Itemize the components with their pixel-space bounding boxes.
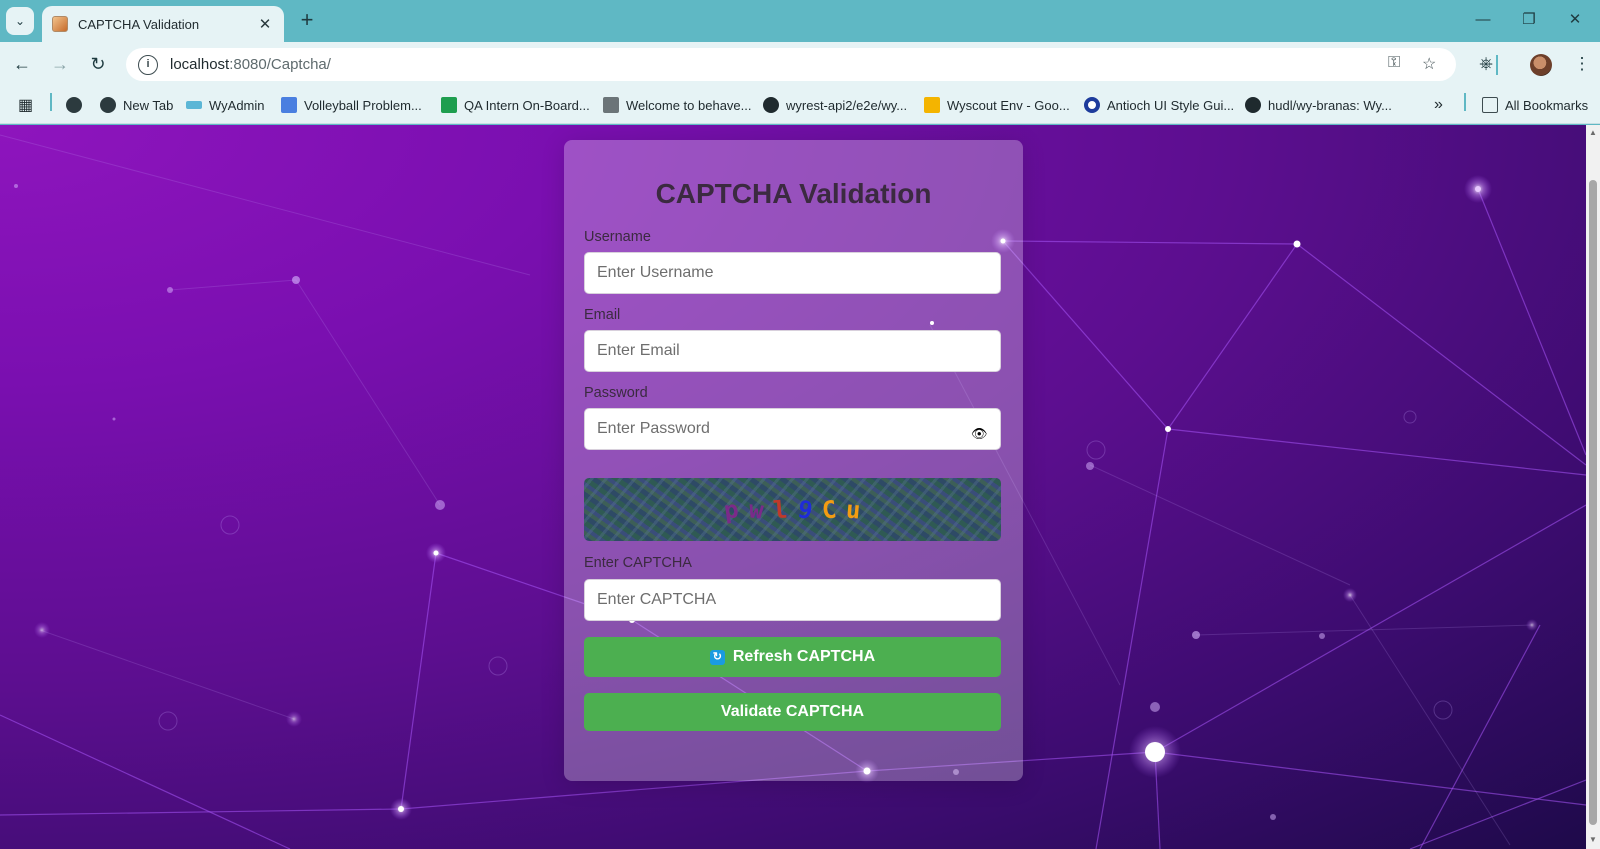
bookmark-label: Volleyball Problem... bbox=[304, 97, 422, 113]
captcha-form-card: CAPTCHA Validation Username Email Passwo… bbox=[564, 140, 1023, 781]
profile-avatar[interactable] bbox=[1530, 54, 1552, 76]
more-bookmarks-chevron-icon[interactable]: » bbox=[1434, 95, 1443, 115]
password-input[interactable] bbox=[584, 408, 1001, 450]
captcha-image: pwl9Cu bbox=[584, 478, 1001, 541]
refresh-icon: ↻ bbox=[709, 649, 725, 665]
scroll-up-arrow-icon[interactable]: ▲ bbox=[1588, 128, 1598, 137]
page-viewport: CAPTCHA Validation Username Email Passwo… bbox=[0, 125, 1586, 849]
bookmark-label: hudl/wy-branas: Wy... bbox=[1268, 97, 1392, 113]
bookmark-star-icon[interactable]: ☆ bbox=[1422, 54, 1436, 74]
folder-icon bbox=[1482, 97, 1498, 113]
refresh-captcha-label: Refresh CAPTCHA bbox=[732, 648, 876, 665]
back-button[interactable]: ← bbox=[8, 50, 36, 78]
slides-icon bbox=[924, 97, 940, 113]
bookmark-antioch[interactable]: Antioch UI Style Gui... bbox=[1084, 95, 1234, 115]
captcha-char: p bbox=[722, 494, 741, 525]
wyscout-icon bbox=[186, 101, 202, 109]
validate-captcha-label: Validate CAPTCHA bbox=[720, 703, 865, 720]
show-password-eye-icon[interactable]: 👁 bbox=[971, 426, 988, 442]
captcha-char: C bbox=[820, 494, 838, 525]
captcha-label: Enter CAPTCHA bbox=[584, 555, 692, 571]
bookmark-divider bbox=[50, 93, 52, 111]
bookmark-label: Antioch UI Style Gui... bbox=[1107, 97, 1235, 113]
bookmark-wyrest[interactable]: wyrest-api2/e2e/wy... bbox=[763, 95, 907, 115]
bookmark-wyscout-env[interactable]: Wyscout Env - Goo... bbox=[924, 95, 1070, 115]
scroll-thumb[interactable] bbox=[1589, 180, 1597, 825]
site-info-icon[interactable]: i bbox=[138, 54, 158, 75]
new-tab-button[interactable]: + bbox=[294, 8, 320, 34]
captcha-char: 9 bbox=[795, 494, 815, 525]
circle-icon bbox=[1084, 97, 1100, 113]
tab-strip: ⌄ CAPTCHA Validation ✕ + — ❐ ✕ bbox=[0, 0, 1600, 42]
bookmark-qa-intern[interactable]: QA Intern On-Board... bbox=[441, 95, 590, 115]
toolbar-divider bbox=[1496, 55, 1498, 75]
docs-icon bbox=[281, 97, 297, 113]
close-window-button[interactable]: ✕ bbox=[1552, 6, 1598, 34]
captcha-characters: pwl9Cu bbox=[584, 478, 1001, 541]
bookmark-label: wyrest-api2/e2e/wy... bbox=[786, 97, 908, 113]
page-scrollbar[interactable]: ▲ ▼ bbox=[1586, 125, 1600, 849]
all-bookmarks-label: All Bookmarks bbox=[1505, 97, 1589, 113]
globe-icon bbox=[100, 97, 116, 113]
bookmark-wyadmin[interactable]: WyAdmin bbox=[186, 95, 265, 115]
browser-toolbar: ← → ↻ i localhost:8080/Captcha/ ⚿ ☆ ⎈ ⋮ bbox=[0, 42, 1600, 86]
github-icon bbox=[1245, 97, 1261, 113]
address-bar[interactable]: i localhost:8080/Captcha/ ⚿ ☆ bbox=[126, 48, 1456, 81]
email-input[interactable] bbox=[584, 330, 1001, 372]
reload-button[interactable]: ↻ bbox=[84, 50, 112, 78]
email-label: Email bbox=[584, 307, 621, 323]
captcha-char: w bbox=[747, 494, 765, 525]
bookmark-new-tab[interactable]: New Tab bbox=[100, 95, 173, 115]
globe-icon bbox=[66, 97, 82, 113]
captcha-favicon-icon bbox=[52, 16, 68, 32]
username-label: Username bbox=[584, 229, 651, 245]
active-tab[interactable]: CAPTCHA Validation ✕ bbox=[42, 6, 284, 42]
bookmark-label: New Tab bbox=[123, 97, 174, 113]
url-host: localhost bbox=[170, 56, 230, 73]
tab-search-button[interactable]: ⌄ bbox=[6, 7, 34, 35]
bookmark-label: QA Intern On-Board... bbox=[464, 97, 590, 113]
bookmark-label: Welcome to behave... bbox=[626, 97, 752, 113]
bookmark-behave[interactable]: Welcome to behave... bbox=[603, 95, 752, 115]
scroll-down-arrow-icon[interactable]: ▼ bbox=[1588, 835, 1598, 844]
bookmark-wy-branas[interactable]: hudl/wy-branas: Wy... bbox=[1245, 95, 1392, 115]
captcha-char: l bbox=[772, 495, 789, 524]
apps-grid-icon[interactable]: ▦ bbox=[18, 95, 33, 115]
captcha-char: u bbox=[845, 494, 863, 525]
url-path: :8080/Captcha/ bbox=[229, 56, 331, 73]
bookmark-label: Wyscout Env - Goo... bbox=[947, 97, 1070, 113]
validate-captcha-button[interactable]: Validate CAPTCHA bbox=[584, 693, 1001, 731]
username-input[interactable] bbox=[584, 252, 1001, 294]
restore-button[interactable]: ❐ bbox=[1506, 6, 1552, 34]
minimize-button[interactable]: — bbox=[1460, 6, 1506, 34]
menu-kebab-icon[interactable]: ⋮ bbox=[1568, 50, 1596, 78]
refresh-captcha-button[interactable]: ↻ Refresh CAPTCHA bbox=[584, 637, 1001, 677]
github-icon bbox=[763, 97, 779, 113]
all-bookmarks-button[interactable]: All Bookmarks bbox=[1482, 95, 1588, 115]
bookmark-divider bbox=[1464, 93, 1466, 111]
tab-title: CAPTCHA Validation bbox=[78, 16, 200, 32]
password-label: Password bbox=[584, 385, 648, 401]
sheets-icon bbox=[441, 97, 457, 113]
forward-button[interactable]: → bbox=[46, 50, 74, 78]
bookmark-volleyball[interactable]: Volleyball Problem... bbox=[281, 95, 422, 115]
close-tab-icon[interactable]: ✕ bbox=[256, 15, 274, 33]
form-title: CAPTCHA Validation bbox=[655, 178, 932, 209]
page-icon bbox=[603, 97, 619, 113]
bookmark-globe[interactable] bbox=[66, 95, 89, 115]
captcha-input[interactable] bbox=[584, 579, 1001, 621]
password-key-icon[interactable]: ⚿ bbox=[1388, 54, 1400, 72]
bookmark-label: WyAdmin bbox=[209, 97, 265, 113]
bookmarks-bar: ▦ New Tab WyAdmin Volleyball Problem... … bbox=[0, 86, 1600, 124]
